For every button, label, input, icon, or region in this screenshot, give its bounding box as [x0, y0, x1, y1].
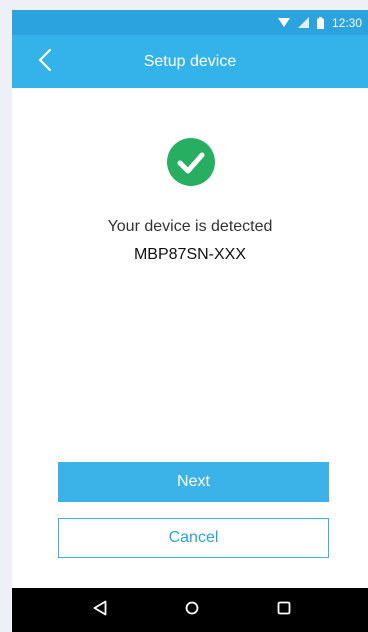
check-circle-icon — [167, 138, 215, 186]
back-button[interactable] — [30, 47, 60, 77]
chevron-left-icon — [38, 48, 52, 76]
nav-home-button[interactable] — [170, 588, 214, 632]
home-circle-icon — [185, 601, 199, 620]
wifi-icon — [277, 17, 290, 28]
status-icons: 12:30 — [277, 10, 362, 35]
back-triangle-icon — [93, 600, 107, 621]
page-title: Setup device — [143, 53, 237, 70]
nav-recents-button[interactable] — [262, 588, 306, 632]
status-bar: 12:30 — [12, 10, 368, 35]
app-bar: Setup device — [12, 35, 368, 88]
nav-back-button[interactable] — [78, 588, 122, 632]
next-button[interactable]: Next — [58, 462, 329, 502]
battery-icon — [316, 16, 324, 29]
status-time: 12:30 — [331, 15, 362, 30]
phone-screen: 12:30 Setup device Your device is detect… — [12, 10, 368, 632]
signal-icon — [297, 17, 309, 28]
system-nav-bar — [12, 588, 368, 632]
detection-message: Your device is detected — [107, 218, 273, 235]
cancel-button[interactable]: Cancel — [58, 518, 329, 558]
device-name: MBP87SN-XXX — [133, 246, 247, 263]
recents-square-icon — [277, 601, 291, 620]
